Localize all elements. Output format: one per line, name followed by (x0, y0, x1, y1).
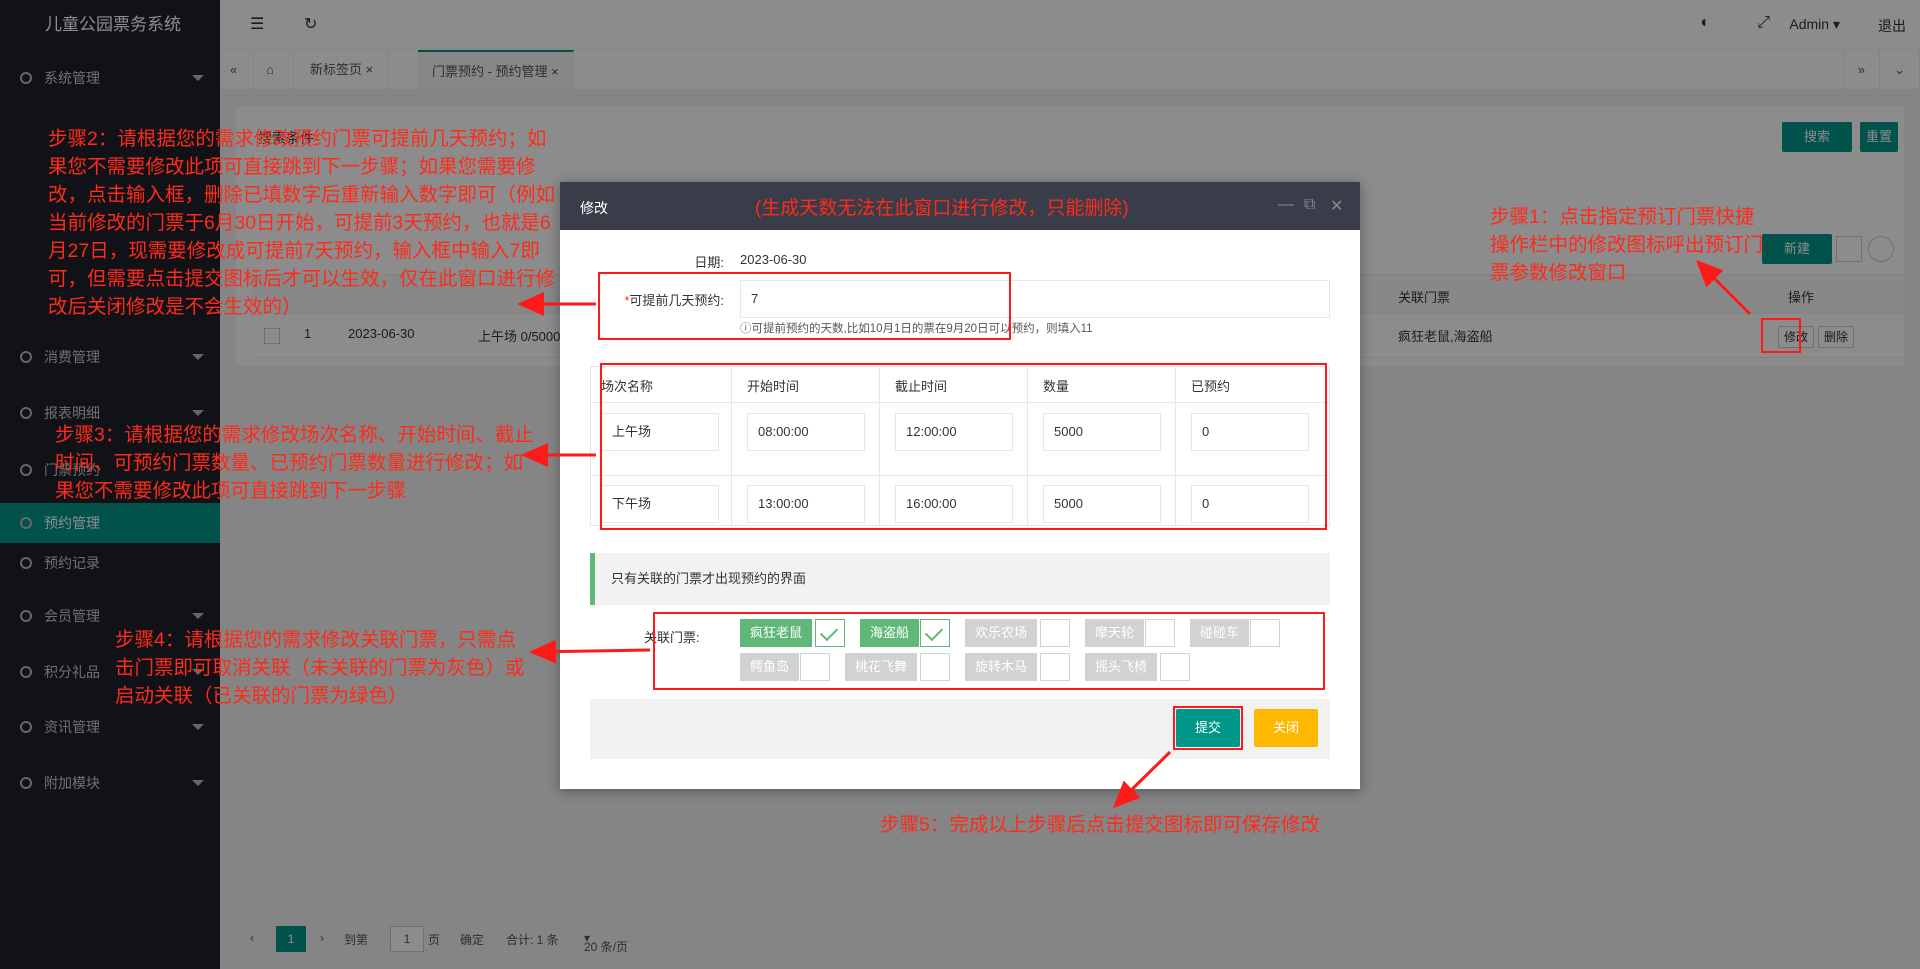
step1-arrow (1695, 259, 1752, 316)
annotation-arrows (517, 259, 1752, 809)
step5-arrow (1112, 750, 1172, 809)
step4-arrow (529, 639, 651, 664)
